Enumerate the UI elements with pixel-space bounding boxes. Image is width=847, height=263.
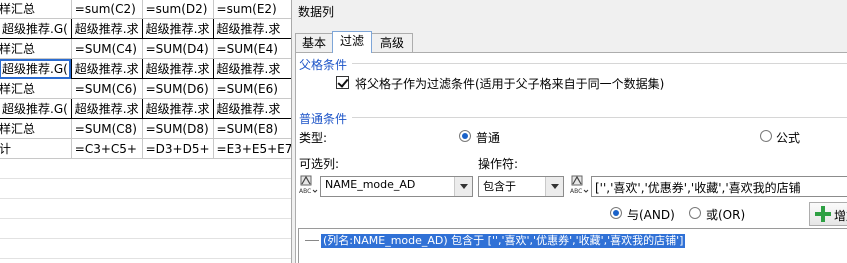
radio-or[interactable] [689,207,701,219]
spreadsheet-grid[interactable]: 样汇总 =sum(C2) =sum(D2) =sum(E2) 超级推荐.G( 超… [0,0,291,263]
normal-condition-label: 普通条件 [299,112,348,126]
radio-normal-label: 普通 [476,131,501,145]
parent-condition-label: 父格条件 [299,58,348,72]
cell[interactable]: 计 [0,138,72,159]
tab-advanced[interactable]: 高级 [371,33,413,53]
radio-and[interactable] [610,207,622,219]
radio-normal[interactable] [459,130,471,142]
cell[interactable]: 样汇总 [0,78,72,99]
svg-text:ABC: ABC [570,188,582,195]
cell[interactable]: 超级推荐.求 [141,18,214,39]
cell[interactable]: 超级推荐.求 [70,18,143,39]
cell[interactable]: =SUM(C4) [70,38,143,59]
cell[interactable]: =SUM(C6) [70,78,143,99]
cell[interactable]: 超级推荐.G( [0,98,72,119]
cell[interactable]: =sum(E2) [212,0,291,19]
cell[interactable]: 超级推荐.求 [212,18,291,39]
chevron-down-icon[interactable] [545,177,563,196]
cell[interactable]: =sum(C2) [70,0,143,19]
table-row: 超级推荐.G( 超级推荐.求 超级推荐.求 超级推荐.求 [0,58,291,79]
tree-connector [305,240,319,241]
cell[interactable]: 超级推荐.求 [212,58,291,79]
table-row: 超级推荐.G( 超级推荐.求 超级推荐.求 超级推荐.求 [0,98,291,119]
abc-value-icon[interactable]: ABC [569,175,589,195]
cell[interactable]: =SUM(E8) [212,118,291,139]
add-condition-label: 增加 [834,209,847,223]
cell[interactable]: =sum(D2) [141,0,214,19]
value-input-text: ['','喜欢','优惠券','收藏','喜欢我的店铺 [595,181,801,195]
condition-item-selected[interactable]: (列名:NAME_mode_AD) 包含于 ['','喜欢','优惠券','收藏… [321,234,686,248]
table-row: 样汇总 =SUM(C6) =SUM(D6) =SUM(E6) [0,78,291,99]
radio-and-label: 与(AND) [627,208,675,222]
table-row: 计 =C3+C5+ =D3+D5+ =E3+E5+E7 [0,138,291,159]
condition-list[interactable]: (列名:NAME_mode_AD) 包含于 ['','喜欢','优惠券','收藏… [298,228,847,263]
tab-basic[interactable]: 基本 [295,33,333,53]
value-input[interactable]: ['','喜欢','优惠券','收藏','喜欢我的店铺 [591,176,847,197]
cell[interactable]: 样汇总 [0,118,72,139]
cell[interactable]: 超级推荐.求 [212,98,291,119]
operator-select[interactable]: 包含于 [478,176,564,197]
cell[interactable]: =SUM(C8) [70,118,143,139]
cell[interactable]: =SUM(D6) [141,78,214,99]
cell[interactable]: =SUM(D4) [141,38,214,59]
cell[interactable]: 样汇总 [0,0,72,19]
cell[interactable]: =E3+E5+E7 [212,138,291,159]
empty-grid-rows [0,159,291,263]
cell[interactable]: 超级推荐.求 [70,58,143,79]
cell[interactable]: 超级推荐.G( [0,18,72,39]
chevron-down-icon[interactable] [454,177,472,196]
divider [352,117,847,118]
cell[interactable]: =SUM(D8) [141,118,214,139]
add-condition-button[interactable]: 增加 [809,202,847,226]
table-row: 样汇总 =SUM(C4) =SUM(D4) =SUM(E4) [0,38,291,59]
cell[interactable]: 超级推荐.求 [141,98,214,119]
active-cell[interactable]: 超级推荐.G( [0,58,72,79]
divider [352,63,847,64]
column-select[interactable]: NAME_mode_AD [320,176,473,197]
type-label: 类型: [299,131,328,145]
cell[interactable]: =C3+C5+ [70,138,143,159]
radio-formula-label: 公式 [776,131,801,145]
operator-select-value: 包含于 [483,180,516,193]
column-select-value: NAME_mode_AD [325,178,416,191]
cell[interactable]: 样汇总 [0,38,72,59]
tab-filter[interactable]: 过滤 [332,31,372,53]
table-row: 样汇总 =SUM(C8) =SUM(D8) =SUM(E8) [0,118,291,139]
svg-text:ABC: ABC [299,188,311,195]
cell[interactable]: =SUM(E6) [212,78,291,99]
checkbox-checked-icon[interactable] [336,76,349,89]
parent-filter-label: 将父格子作为过滤条件(适用于父子格来自于同一个数据集) [355,77,665,91]
operator-label: 操作符: [478,157,519,171]
plus-icon [814,205,832,223]
radio-or-label: 或(OR) [706,208,746,222]
abc-column-icon[interactable]: ABC [298,175,318,195]
cell[interactable]: 超级推荐.求 [70,98,143,119]
cell[interactable]: =D3+D5+ [141,138,214,159]
radio-formula[interactable] [760,130,772,142]
table-row: 样汇总 =sum(C2) =sum(D2) =sum(E2) [0,0,291,19]
panel-title: 数据列 [298,5,335,19]
table-row: 超级推荐.G( 超级推荐.求 超级推荐.求 超级推荐.求 [0,18,291,39]
cell[interactable]: 超级推荐.求 [141,58,214,79]
cell[interactable]: =SUM(E4) [212,38,291,59]
selectable-column-label: 可选列: [299,157,340,171]
